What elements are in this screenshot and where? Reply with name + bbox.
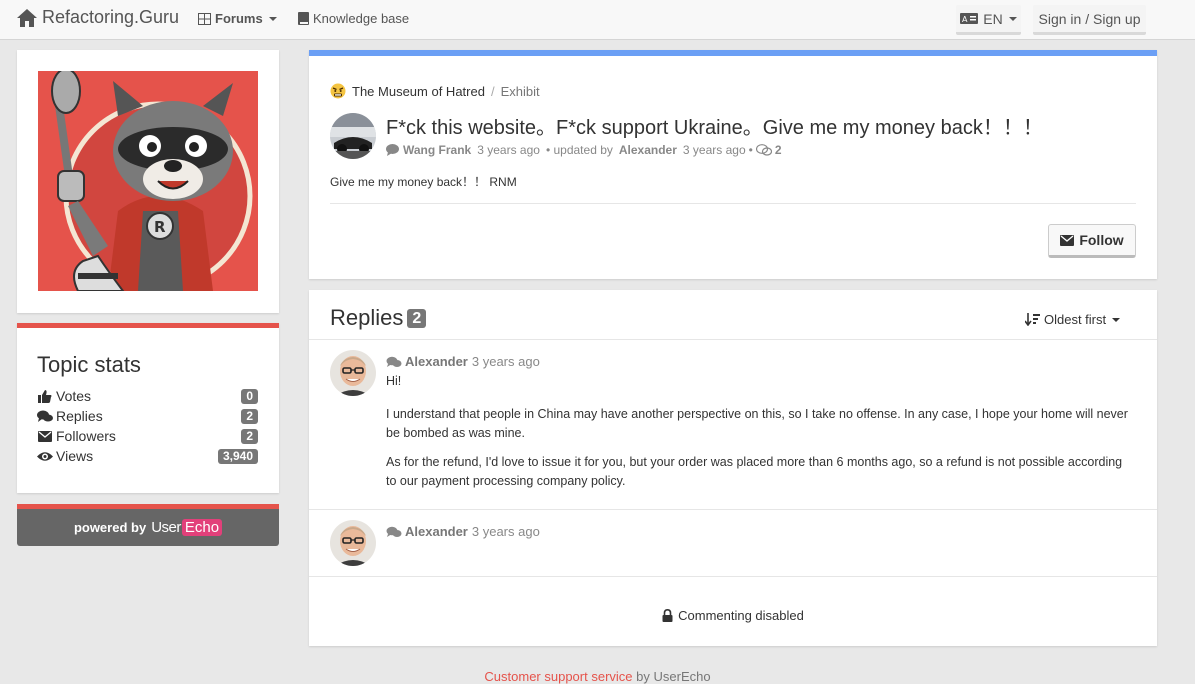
chevron-down-icon — [1008, 16, 1017, 21]
sign-in-button[interactable]: Sign in / Sign up — [1033, 5, 1146, 35]
sort-label: Oldest first — [1044, 312, 1107, 327]
comments-icon — [386, 356, 402, 367]
author-avatar[interactable] — [330, 113, 376, 159]
follow-button[interactable]: Follow — [1048, 224, 1136, 258]
comments-icon — [386, 526, 402, 537]
lock-icon — [662, 609, 673, 622]
stat-count: 2 — [241, 428, 258, 444]
reply-meta: Alexander 3 years ago — [386, 524, 540, 539]
footer-suffix: by UserEcho — [636, 669, 711, 684]
stat-count: 2 — [241, 408, 258, 424]
stat-count: 0 — [241, 388, 258, 404]
knowledge-base-link[interactable]: Knowledge base — [298, 11, 409, 26]
updated-time: 3 years ago — [682, 143, 746, 157]
powered-by-userecho[interactable]: powered by User Echo — [17, 504, 279, 546]
userecho-logo: User Echo — [151, 519, 223, 536]
stat-replies: Replies 2 — [37, 406, 258, 426]
reply-paragraph: I understand that people in China may ha… — [386, 407, 1128, 440]
reply-author[interactable]: Alexander — [405, 524, 468, 539]
topic-title: F*ck this website。F*ck support Ukraine。G… — [386, 117, 1043, 139]
stat-label: Followers — [56, 428, 116, 444]
replies-header: Replies 2 — [330, 305, 427, 331]
commenting-label: Commenting disabled — [678, 608, 804, 623]
updated-by-name[interactable]: Alexander — [619, 143, 677, 157]
replies-card: Replies 2 Oldest first Alexander 3 years… — [309, 290, 1157, 646]
comments-icon — [37, 410, 53, 423]
sort-icon — [1025, 313, 1040, 326]
stat-label: Views — [56, 448, 94, 464]
language-button[interactable]: A EN — [956, 5, 1021, 35]
top-navbar: Refactoring.Guru Forums Knowledge base A… — [0, 0, 1195, 40]
language-icon: A — [960, 13, 979, 24]
reply-avatar[interactable] — [330, 350, 376, 396]
topic-card: The Museum of Hatred / Exhibit F*ck this… — [309, 50, 1157, 279]
footer: Customer support service by UserEcho — [0, 669, 1195, 684]
topic-body: Give me my money back！！ RNM — [330, 175, 517, 189]
brand-name: Refactoring.Guru — [42, 7, 180, 27]
knowledge-base-label: Knowledge base — [313, 11, 410, 26]
home-icon — [17, 8, 37, 27]
reply-paragraph: Hi! — [386, 374, 402, 388]
language-label: EN — [983, 10, 1003, 27]
reply-paragraph: As for the refund, I'd love to issue it … — [386, 455, 1123, 488]
brand-link[interactable]: Refactoring.Guru — [16, 7, 179, 28]
topic-meta: Wang Frank 3 years ago • updated by Alex… — [386, 143, 782, 157]
forums-menu[interactable]: Forums — [198, 11, 277, 26]
reply-count[interactable]: 2 — [775, 143, 782, 157]
grid-icon — [198, 12, 211, 25]
sort-dropdown[interactable]: Oldest first — [1025, 312, 1121, 327]
created-time: 3 years ago — [477, 143, 540, 157]
book-icon — [298, 12, 309, 25]
category-link[interactable]: Exhibit — [501, 84, 540, 99]
envelope-icon — [1060, 234, 1075, 246]
svg-text:A: A — [962, 15, 968, 24]
forum-link[interactable]: The Museum of Hatred — [352, 84, 485, 99]
userecho-logo-echo: Echo — [181, 519, 223, 536]
reply-meta: Alexander 3 years ago — [386, 354, 540, 369]
topic-stats-title: Topic stats — [37, 352, 141, 377]
reply-time: 3 years ago — [471, 354, 540, 369]
stat-followers: Followers 2 — [37, 426, 258, 446]
chevron-down-icon — [1112, 317, 1121, 322]
divider — [309, 339, 1157, 340]
topic-stats-card: Topic stats Votes 0 Replies 2 Followers … — [17, 323, 279, 493]
stat-views: Views 3,940 — [37, 446, 258, 466]
reply-time: 3 years ago — [471, 524, 540, 539]
angry-face-icon — [330, 83, 346, 99]
chevron-down-icon — [268, 16, 277, 21]
comment-icon — [386, 144, 399, 156]
userecho-logo-user: User — [151, 519, 181, 536]
logo-card: R — [17, 50, 279, 313]
replies-title: Replies — [330, 305, 404, 330]
support-service-link[interactable]: Customer support service — [484, 669, 632, 684]
replies-count-badge: 2 — [407, 308, 427, 328]
reply-author[interactable]: Alexander — [405, 354, 468, 369]
thumbs-up-icon — [37, 389, 53, 403]
reply-avatar[interactable] — [330, 520, 376, 566]
author-name[interactable]: Wang Frank — [403, 143, 471, 157]
svg-text:R: R — [154, 218, 166, 236]
divider — [309, 509, 1157, 510]
raccoon-logo: R — [38, 71, 258, 291]
divider — [309, 576, 1157, 577]
breadcrumb: The Museum of Hatred / Exhibit — [330, 83, 540, 99]
divider — [330, 203, 1136, 204]
stat-count: 3,940 — [217, 448, 258, 464]
reply-body: Hi! I understand that people in China ma… — [386, 372, 1136, 505]
stat-votes: Votes 0 — [37, 386, 258, 406]
follow-label: Follow — [1079, 232, 1124, 248]
envelope-icon — [37, 430, 53, 442]
stat-label: Votes — [56, 388, 92, 404]
comments-icon — [755, 144, 772, 156]
stat-label: Replies — [56, 408, 103, 424]
eye-icon — [37, 451, 53, 462]
commenting-disabled-notice: Commenting disabled — [309, 608, 1157, 623]
updated-prefix: • updated by — [545, 143, 613, 157]
powered-by-label: powered by — [73, 520, 147, 535]
breadcrumb-separator: / — [490, 83, 495, 99]
forums-label: Forums — [215, 11, 263, 26]
